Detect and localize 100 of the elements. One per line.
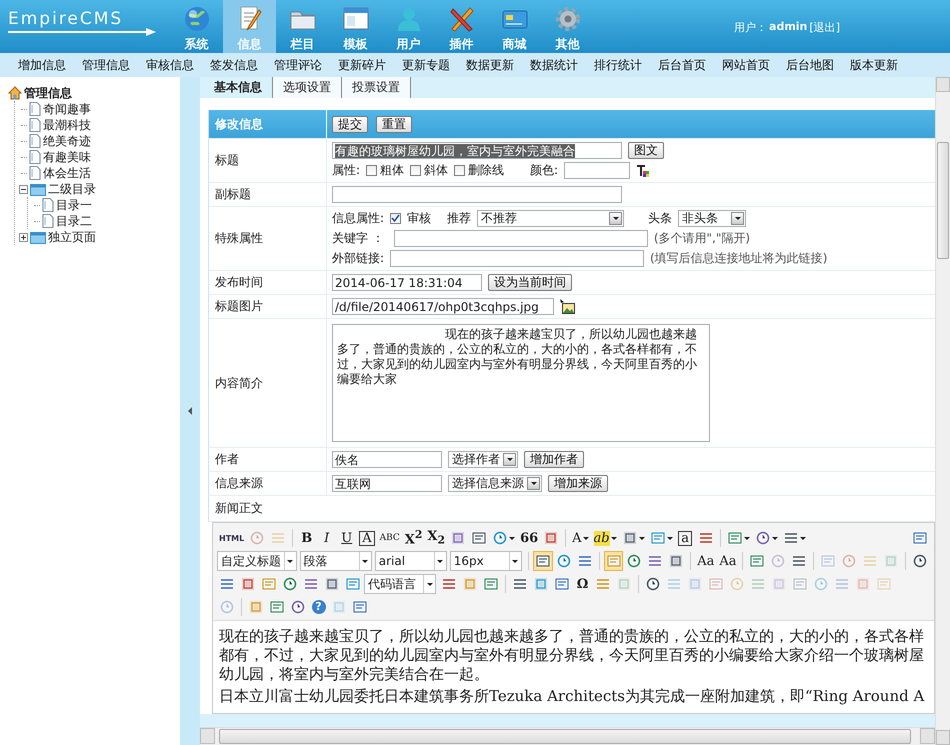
menu-link[interactable]: 更新碎片 <box>330 56 394 74</box>
field-label: 标题 <box>215 152 239 169</box>
tree-item[interactable]: 绝美奇迹 <box>43 132 91 150</box>
format-button[interactable]: Aa <box>695 551 716 571</box>
tool-icon <box>912 553 928 569</box>
tool-icon <box>650 530 666 546</box>
menu-link[interactable]: 后台地图 <box>778 56 842 74</box>
tool-icon <box>492 530 508 546</box>
color-picker-icon[interactable] <box>636 164 650 178</box>
vertical-scrollbar[interactable] <box>935 77 950 745</box>
headline-dropdown[interactable]: 非头条 <box>678 210 746 227</box>
checkbox[interactable] <box>390 213 402 224</box>
checkbox[interactable] <box>410 165 422 176</box>
keyword-field[interactable] <box>394 230 648 247</box>
tab[interactable]: 选项设置 <box>273 77 342 98</box>
format-button[interactable]: A <box>570 528 591 548</box>
tool-icon <box>554 576 570 592</box>
tool-icon <box>770 553 786 569</box>
tree-item[interactable]: 有趣美味 <box>43 148 91 166</box>
collapse-toggle[interactable] <box>19 184 28 194</box>
format-button[interactable]: ABC <box>378 528 402 548</box>
tool-icon <box>616 576 632 592</box>
toolbar-dropdown[interactable]: 代码语言 <box>364 574 436 594</box>
tool-button[interactable] <box>532 551 553 571</box>
image-text-button[interactable]: 图文 <box>628 142 664 159</box>
collapse-arrow-icon[interactable] <box>188 407 192 415</box>
tree-item[interactable]: 奇闻趣事 <box>43 100 91 118</box>
now-button[interactable]: 设为当前时间 <box>488 274 572 291</box>
date-field[interactable]: 2014-06-17 18:31:04 <box>332 274 482 291</box>
tool-icon <box>249 530 266 546</box>
author-field[interactable]: 佚名 <box>332 451 442 468</box>
tool-icon <box>282 576 298 592</box>
tree-item[interactable]: 最潮科技 <box>43 116 91 134</box>
menu-link[interactable]: 版本更新 <box>842 56 906 74</box>
form-button[interactable]: 重置 <box>376 116 412 132</box>
tool-icon <box>855 576 871 592</box>
tree-item[interactable]: 体会生活 <box>43 164 91 182</box>
tool-icon <box>450 530 466 546</box>
author-dropdown[interactable]: 选择作者 <box>448 451 518 468</box>
image-icon[interactable] <box>560 298 576 314</box>
source-field[interactable]: 互联网 <box>332 475 442 492</box>
tab[interactable]: 投票设置 <box>342 77 411 98</box>
menu-link[interactable]: 审核信息 <box>138 56 202 74</box>
menu-link[interactable]: 数据统计 <box>522 56 586 74</box>
summary-textarea[interactable]: 现在的孩子越来越宝贝了，所以幼儿园也越来越多了，普通的贵族的，公立的私立的，大的小的，各式各样都有，不过，大家见到的幼儿园室内与室外有明显分界线，今天阿里百秀的小编要给大家 <box>332 324 710 442</box>
format-button[interactable]: X$_{2}$ <box>425 528 448 548</box>
tool-icon <box>556 553 572 569</box>
paragraph: 日本立川富士幼儿园委托日本建筑事务所Tezuka Architects为其完成一座附加建筑，即“Ring Around A <box>219 687 926 706</box>
tree-root[interactable]: 管理信息 <box>24 84 72 102</box>
menu-link[interactable]: 更新专题 <box>394 56 458 74</box>
source-dropdown[interactable]: 选择信息来源 <box>448 475 542 492</box>
user-label: 用户： <box>734 20 768 36</box>
checkbox[interactable] <box>366 165 378 176</box>
menu-link[interactable]: 增加信息 <box>10 56 74 74</box>
format-button[interactable]: 66 <box>518 528 540 548</box>
subtitle-field[interactable] <box>332 186 622 203</box>
format-button[interactable]: Aa <box>717 551 738 571</box>
tool-icon <box>543 530 560 546</box>
folder-icon <box>30 182 46 196</box>
menu-link[interactable]: 数据更新 <box>458 56 522 74</box>
horizontal-scrollbar[interactable] <box>200 727 935 745</box>
color-field[interactable] <box>564 162 630 179</box>
toolbar-dropdown[interactable]: arial <box>374 551 447 571</box>
menu-link[interactable]: 网站首页 <box>714 56 778 74</box>
add-source-button[interactable]: 增加来源 <box>548 475 608 492</box>
format-button[interactable]: ab <box>592 528 619 548</box>
menu-link[interactable]: 管理评论 <box>266 56 330 74</box>
format-button[interactable]: I <box>317 528 336 548</box>
format-button[interactable]: U <box>337 528 356 548</box>
menu-link[interactable]: 排行统计 <box>586 56 650 74</box>
checkbox[interactable] <box>454 165 466 176</box>
tree-item[interactable]: 二级目录 <box>48 180 96 198</box>
tool-icon <box>345 576 361 592</box>
toolbar-dropdown[interactable]: 段落 <box>300 551 372 571</box>
link-field[interactable] <box>390 250 644 267</box>
format-button[interactable]: A <box>357 528 377 548</box>
format-button[interactable]: Ω <box>573 574 592 594</box>
image-path-field[interactable]: /d/file/20140617/ohp0t3cqhps.jpg <box>332 298 554 315</box>
toolbar-dropdown[interactable]: 自定义标题 <box>217 551 297 571</box>
menu-link[interactable]: 签发信息 <box>202 56 266 74</box>
page-icon <box>29 134 41 148</box>
form-button[interactable]: 提交 <box>332 116 368 132</box>
format-button[interactable]: HTML <box>217 528 246 548</box>
tree-item[interactable]: 独立页面 <box>48 228 96 246</box>
tool-icon <box>240 576 256 592</box>
tree-item[interactable]: 目录一 <box>56 196 92 214</box>
format-button[interactable]: B <box>297 528 316 548</box>
menu-link[interactable]: 后台首页 <box>650 56 714 74</box>
format-button[interactable]: a <box>676 528 695 548</box>
expand-toggle[interactable] <box>19 232 28 242</box>
add-author-button[interactable]: 增加作者 <box>524 451 584 468</box>
hint-text: (多个请用","隔开) <box>654 230 750 247</box>
menu-link[interactable]: 管理信息 <box>74 56 138 74</box>
checkbox-label: 斜体 <box>424 162 448 179</box>
toolbar-dropdown[interactable]: 16px <box>450 551 522 571</box>
page-icon <box>29 166 41 180</box>
tree-item[interactable]: 目录二 <box>56 212 92 230</box>
title-field[interactable]: 有趣的玻璃树屋幼儿园，室内与室外完美融合 <box>332 142 622 159</box>
recommend-dropdown[interactable]: 不推荐 <box>477 210 624 227</box>
format-button[interactable]: X$^{2}$ <box>402 528 424 548</box>
